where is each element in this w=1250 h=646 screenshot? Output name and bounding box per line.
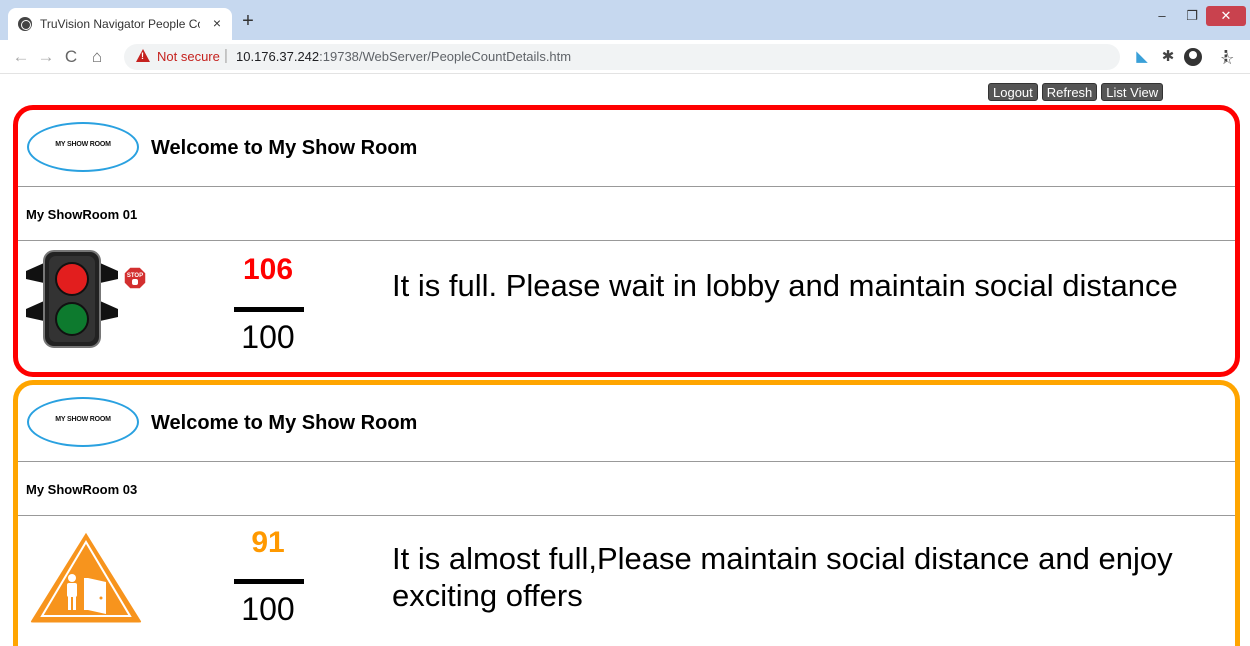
- tab-close-button[interactable]: ×: [208, 14, 226, 32]
- close-window-icon[interactable]: ✕: [1206, 6, 1246, 26]
- new-tab-button[interactable]: +: [238, 11, 258, 32]
- refresh-button[interactable]: Refresh: [1041, 83, 1098, 101]
- room-card: MY SHOW ROOM Welcome to My Show Room My …: [13, 380, 1240, 646]
- home-icon[interactable]: ⌂: [86, 46, 108, 68]
- show-room-logo: MY SHOW ROOM: [27, 122, 139, 172]
- browser-tab-bar: TruVision Navigator People Cour × + – ❐ …: [0, 0, 1250, 40]
- traffic-light-icon: [26, 250, 118, 348]
- list-view-button[interactable]: List View: [1101, 83, 1164, 101]
- welcome-title: Welcome to My Show Room: [151, 412, 418, 434]
- logo-text: MY SHOW ROOM: [55, 141, 111, 148]
- card-header: MY SHOW ROOM Welcome to My Show Room: [18, 385, 1235, 462]
- room-card: MY SHOW ROOM Welcome to My Show Room My …: [13, 105, 1240, 377]
- room-name-row: My ShowRoom 01: [18, 187, 1235, 241]
- reload-icon[interactable]: C: [60, 46, 82, 68]
- status-row: STOP 106 100 It is full. Please wait in …: [18, 241, 1235, 372]
- stop-sign-icon: STOP: [123, 266, 147, 290]
- current-count: 91: [251, 526, 285, 559]
- page-actions: Logout Refresh List View: [988, 83, 1164, 101]
- status-message: It is almost full,Please maintain social…: [392, 541, 1173, 613]
- browser-toolbar: ← → C ⌂ Not secure | 10.176.37.242:19738…: [0, 40, 1250, 74]
- profile-icon[interactable]: [1184, 48, 1202, 66]
- status-row: 91 100 It is almost full,Please maintain…: [18, 516, 1235, 646]
- current-count: 106: [242, 253, 294, 286]
- logo-text: MY SHOW ROOM: [55, 416, 111, 423]
- logout-button[interactable]: Logout: [988, 83, 1038, 101]
- capacity-count: 100: [241, 591, 295, 627]
- welcome-title: Welcome to My Show Room: [151, 137, 418, 159]
- puzzle-icon[interactable]: ✱: [1160, 49, 1176, 65]
- menu-dots-icon[interactable]: ⋮: [1218, 49, 1234, 65]
- warning-door-icon: [27, 527, 145, 626]
- show-room-logo: MY SHOW ROOM: [27, 397, 139, 447]
- people-count: 106 100: [228, 241, 308, 371]
- url-separator: |: [224, 47, 228, 64]
- tab-title: TruVision Navigator People Cour: [40, 17, 200, 31]
- address-bar[interactable]: Not secure | 10.176.37.242:19738/WebServ…: [124, 44, 1234, 70]
- room-name-row: My ShowRoom 03: [18, 462, 1235, 516]
- fraction-line: [234, 579, 304, 584]
- svg-text:STOP: STOP: [127, 273, 143, 279]
- url-host: 10.176.37.242: [236, 49, 320, 64]
- forward-arrow-icon[interactable]: →: [35, 46, 57, 68]
- warning-triangle-icon: [136, 49, 150, 62]
- url-path: :19738/WebServer/PeopleCountDetails.htm: [319, 49, 572, 64]
- room-name: My ShowRoom 01: [26, 207, 138, 222]
- url-text[interactable]: 10.176.37.242:19738/WebServer/PeopleCoun…: [236, 49, 571, 64]
- capacity-count: 100: [241, 319, 295, 355]
- card-header: MY SHOW ROOM Welcome to My Show Room: [18, 110, 1235, 187]
- status-message: It is full. Please wait in lobby and mai…: [392, 268, 1178, 303]
- extension-icon[interactable]: ◣: [1134, 49, 1150, 65]
- back-arrow-icon[interactable]: ←: [10, 46, 32, 68]
- minimize-icon[interactable]: –: [1152, 6, 1172, 26]
- security-label[interactable]: Not secure: [157, 49, 220, 64]
- people-count: 91 100: [228, 516, 308, 646]
- restore-icon[interactable]: ❐: [1182, 6, 1202, 26]
- room-name: My ShowRoom 03: [26, 482, 138, 497]
- browser-tab[interactable]: TruVision Navigator People Cour ×: [8, 8, 232, 40]
- globe-icon: [18, 17, 32, 31]
- fraction-line: [234, 307, 304, 312]
